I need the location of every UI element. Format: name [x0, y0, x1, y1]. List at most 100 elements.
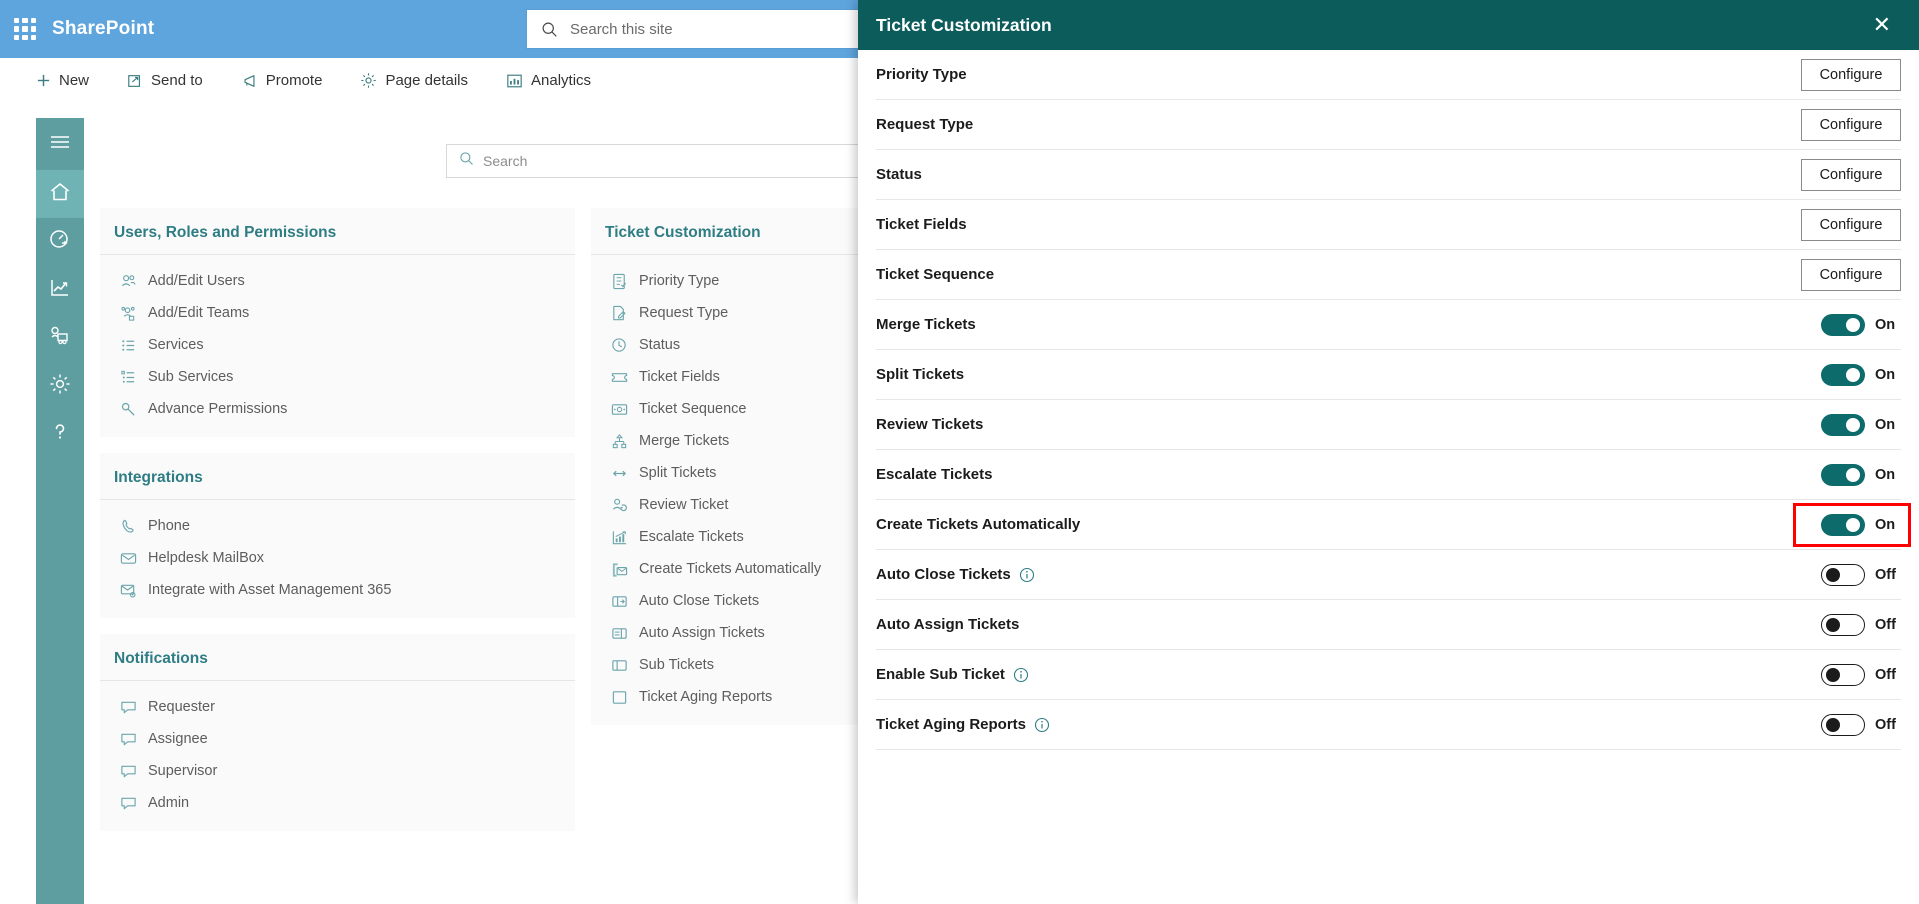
toggle-escalate-tickets[interactable] [1821, 463, 1865, 486]
toggle-state-label: On [1875, 466, 1896, 483]
list-item-label: Advance Permissions [148, 401, 288, 417]
info-icon[interactable] [1034, 717, 1050, 733]
app-launcher-icon[interactable] [14, 18, 36, 40]
list-item-label: Add/Edit Teams [148, 305, 250, 321]
list-item-label: Status [639, 337, 681, 353]
left-rail [36, 118, 84, 904]
sharepoint-brand[interactable]: SharePoint [52, 18, 154, 40]
new-button[interactable]: New [32, 63, 93, 99]
list-item-advance-permissions[interactable]: Advance Permissions [100, 393, 575, 425]
configure-button-request-type[interactable]: Configure [1801, 108, 1901, 141]
configure-button-ticket-fields[interactable]: Configure [1801, 208, 1901, 241]
list-item-helpdesk-mailbox[interactable]: Helpdesk MailBox [100, 542, 575, 574]
panel-row-text: Enable Sub Ticket [876, 666, 1005, 683]
card-title: Integrations [100, 453, 575, 500]
toggle-review-tickets[interactable] [1821, 413, 1865, 436]
question-mark-icon [48, 420, 72, 449]
list-item-phone[interactable]: Phone [100, 510, 575, 542]
analytics-button[interactable]: Analytics [502, 63, 595, 99]
toggle-create-tickets-automatically[interactable] [1821, 513, 1865, 536]
toggle-auto-assign-tickets[interactable] [1821, 613, 1865, 636]
list-item-add-edit-teams[interactable]: Add/Edit Teams [100, 297, 575, 329]
info-icon[interactable] [1013, 667, 1029, 683]
toggle-state-label: On [1875, 416, 1896, 433]
configure-button-ticket-sequence[interactable]: Configure [1801, 258, 1901, 291]
list-item-assignee[interactable]: Assignee [100, 723, 575, 755]
plus-icon [36, 73, 51, 88]
list-item-admin[interactable]: Admin [100, 787, 575, 819]
line-chart-icon [48, 276, 72, 305]
mail-gear-icon [120, 582, 137, 599]
sub-ticket-icon [611, 657, 628, 674]
list-item-label: Admin [148, 795, 190, 811]
sidebar-item-menu-hamburger[interactable] [36, 118, 84, 170]
sidebar-item-reports[interactable] [36, 266, 84, 314]
list-item-label: Phone [148, 518, 190, 534]
hamburger-icon [49, 134, 71, 155]
list-item-add-edit-users[interactable]: Add/Edit Users [100, 265, 575, 297]
panel-row-auto-assign-tickets: Auto Assign Tickets Off [876, 600, 1901, 650]
toggle-ticket-aging-reports[interactable] [1821, 713, 1865, 736]
promote-button[interactable]: Promote [237, 63, 327, 99]
configure-button-status[interactable]: Configure [1801, 158, 1901, 191]
configure-button-priority-type[interactable]: Configure [1801, 58, 1901, 91]
panel-row-ticket-fields: Ticket Fields Configure [876, 200, 1901, 250]
auto-close-icon [611, 593, 628, 610]
panel-row-label: Request Type [876, 116, 974, 133]
panel-header: Ticket Customization ✕ [858, 0, 1919, 50]
panel-row-ticket-aging-reports: Ticket Aging Reports Off [876, 700, 1901, 750]
sidebar-item-settings[interactable] [36, 362, 84, 410]
toggle-state-label: Off [1875, 666, 1896, 683]
toggle-wrapper: On [1821, 463, 1901, 486]
list-item-sub-services[interactable]: Sub Services [100, 361, 575, 393]
gauge-icon [48, 228, 72, 257]
new-label: New [59, 72, 90, 89]
auto-mail-icon [611, 561, 628, 578]
info-icon[interactable] [1019, 567, 1035, 583]
list-item-supervisor[interactable]: Supervisor [100, 755, 575, 787]
panel-row-ticket-sequence: Ticket Sequence Configure [876, 250, 1901, 300]
list-item-label: Auto Assign Tickets [639, 625, 765, 641]
mail-icon [120, 550, 137, 567]
sidebar-item-help[interactable] [36, 410, 84, 458]
sidebar-item-teams[interactable] [36, 314, 84, 362]
split-arrows-icon [611, 465, 628, 482]
comment-icon [120, 731, 137, 748]
toggle-wrapper: On [1821, 363, 1901, 386]
close-icon[interactable]: ✕ [1867, 10, 1897, 40]
card-title: Notifications [100, 634, 575, 681]
search-icon [541, 21, 558, 38]
panel-row-escalate-tickets: Escalate Tickets On [876, 450, 1901, 500]
promote-megaphone-icon [241, 73, 258, 89]
list-item-label: Ticket Fields [639, 369, 720, 385]
toggle-split-tickets[interactable] [1821, 363, 1865, 386]
list-item-requester[interactable]: Requester [100, 691, 575, 723]
list-item-label: Add/Edit Users [148, 273, 245, 289]
list-item-label: Sub Tickets [639, 657, 714, 673]
send-to-button[interactable]: Send to [123, 63, 207, 99]
list-item-label: Request Type [639, 305, 729, 321]
toggle-state-label: On [1875, 516, 1896, 533]
toggle-state-label: On [1875, 366, 1896, 383]
users-icon [120, 273, 137, 290]
list-item-label: Merge Tickets [639, 433, 730, 449]
gear-icon [48, 372, 72, 401]
people-presentation-icon [48, 324, 72, 353]
panel-row-auto-close-tickets: Auto Close Tickets Off [876, 550, 1901, 600]
list-item-label: Ticket Aging Reports [639, 689, 773, 705]
list-item-integrate-asset-management[interactable]: Integrate with Asset Management 365 [100, 574, 575, 606]
list-item-services[interactable]: Services [100, 329, 575, 361]
send-to-icon [127, 73, 143, 89]
edit-page-icon [611, 305, 628, 322]
sidebar-item-home[interactable] [36, 170, 84, 218]
list-item-label: Auto Close Tickets [639, 593, 760, 609]
toggle-enable-sub-ticket[interactable] [1821, 663, 1865, 686]
toggle-merge-tickets[interactable] [1821, 313, 1865, 336]
panel-title: Ticket Customization [876, 14, 1052, 35]
merge-icon [611, 433, 628, 450]
toggle-wrapper: On [1821, 413, 1901, 436]
list-item-label: Helpdesk MailBox [148, 550, 265, 566]
toggle-auto-close-tickets[interactable] [1821, 563, 1865, 586]
sidebar-item-dashboard[interactable] [36, 218, 84, 266]
page-details-button[interactable]: Page details [356, 63, 472, 99]
